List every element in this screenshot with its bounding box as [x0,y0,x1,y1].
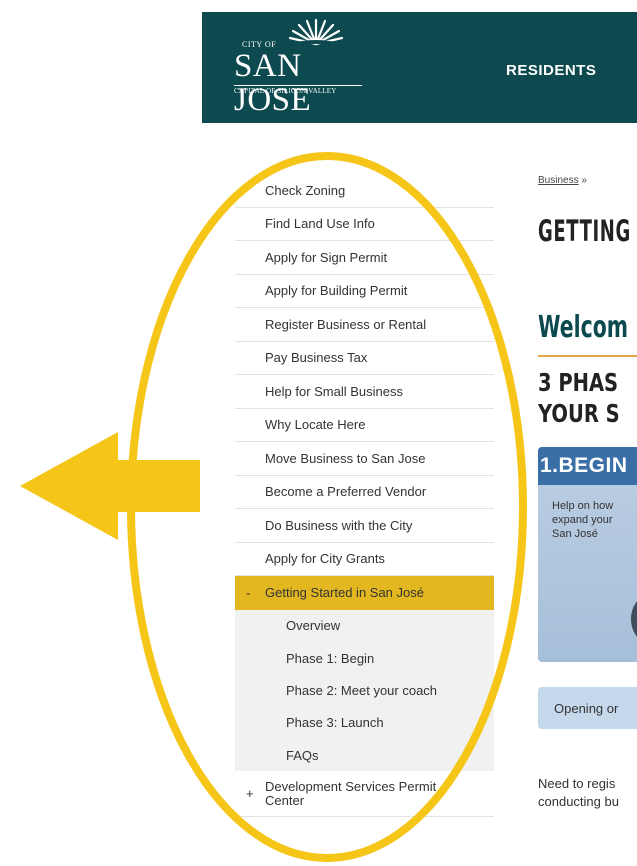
left-arrow-icon [20,432,200,540]
phase-1-card[interactable]: 1.BEGIN Help on how expand your San José [538,447,637,662]
submenu-item-phase-3[interactable]: Phase 3: Launch [235,707,494,739]
phase-1-circle-button[interactable] [631,597,637,641]
submenu-item-label: FAQs [286,747,319,763]
phase-1-heading: 1.BEGIN [538,447,637,485]
opening-business-button[interactable]: Opening or [538,687,637,729]
sidebar-item-preferred-vendor[interactable]: Become a Preferred Vendor [235,476,494,509]
sidebar-submenu: Overview Phase 1: Begin Phase 2: Meet yo… [235,609,494,772]
page-title: GETTING [538,214,631,248]
logo-divider [234,85,362,86]
sidebar-item-label: Find Land Use Info [265,216,375,232]
breadcrumb-link-business[interactable]: Business [538,175,579,186]
sidebar-item-pay-business-tax[interactable]: Pay Business Tax [235,342,494,375]
breadcrumb: Business » [538,175,587,186]
sidebar-item-move-business[interactable]: Move Business to San Jose [235,442,494,476]
submenu-item-phase-2[interactable]: Phase 2: Meet your coach [235,674,494,706]
sidebar-item-label: Become a Preferred Vendor [265,484,427,500]
sidebar-item-label: Getting Started in San José [265,585,424,601]
logo-tagline: CAPITAL OF SILICON VALLEY [234,87,337,95]
sidebar-item-label: Do Business with the City [265,517,413,533]
sidebar-menu: Check Zoning Find Land Use Info Apply fo… [235,174,494,818]
submenu-item-label: Phase 1: Begin [286,650,375,666]
sidebar-item-label: Development Services Permit Center [265,778,437,808]
logo-city-name: SAN JOSE [234,48,312,118]
main-content: Business » GETTING Welcom 3 PHAS YOUR S … [538,172,637,866]
sidebar-item-apply-sign-permit[interactable]: Apply for Sign Permit [235,241,494,275]
sidebar-item-label: Move Business to San Jose [265,450,426,466]
phase-1-text-line1: Help on how [552,500,614,512]
sidebar-item-why-locate-here[interactable]: Why Locate Here [235,409,494,442]
breadcrumb-separator: » [581,175,587,186]
submenu-item-overview[interactable]: Overview [235,610,494,642]
submenu-item-label: Phase 2: Meet your coach [286,682,438,698]
sidebar-item-label: Apply for Building Permit [265,283,408,299]
expand-indicator[interactable]: + [246,786,254,801]
sidebar-item-apply-building-permit[interactable]: Apply for Building Permit [235,275,494,308]
sidebar-item-register-business[interactable]: Register Business or Rental [235,308,494,342]
sidebar-item-label: Apply for Sign Permit [265,249,388,265]
welcome-heading: Welcom [538,310,628,345]
sidebar-item-find-land-use-info[interactable]: Find Land Use Info [235,208,494,241]
phases-heading-line1: 3 PHAS [538,368,619,397]
sidebar-item-apply-city-grants[interactable]: Apply for City Grants [235,543,494,576]
sidebar-item-label: Pay Business Tax [265,350,368,366]
intro-paragraph-line2: conducting bu [538,794,619,809]
submenu-item-phase-1[interactable]: Phase 1: Begin [235,642,494,674]
sidebar-item-label-line1: Development Services Permit [265,778,437,794]
nav-residents[interactable]: RESIDENTS [506,62,596,79]
sidebar-item-label: Help for Small Business [265,383,403,399]
sidebar-item-label: Register Business or Rental [265,316,427,332]
heading-divider [538,355,637,357]
sidebar-item-help-small-business[interactable]: Help for Small Business [235,375,494,409]
submenu-item-faqs[interactable]: FAQs [235,739,494,771]
phases-heading-line2: YOUR S [538,399,620,428]
site-header: CITY OF SAN JOSE CAPITAL OF SILICON VALL… [202,12,637,123]
intro-paragraph-line1: Need to regis [538,776,616,791]
collapse-indicator[interactable]: - [246,585,250,600]
sidebar-item-do-business-city[interactable]: Do Business with the City [235,509,494,543]
sun-rays-icon [288,18,344,46]
sidebar-item-development-services[interactable]: + Development Services Permit Center [235,771,494,818]
phases-heading: 3 PHAS YOUR S [538,367,620,429]
intro-paragraph: Need to regis conducting bu [538,775,619,811]
sidebar-item-label-line2: Center [265,792,305,808]
phase-1-description: Help on how expand your San José [538,485,637,541]
san-jose-logo[interactable]: CITY OF SAN JOSE CAPITAL OF SILICON VALL… [232,16,372,117]
sidebar-item-check-zoning[interactable]: Check Zoning [235,174,494,208]
submenu-item-label: Overview [286,618,341,634]
sidebar-item-label: Why Locate Here [265,417,366,433]
phase-1-text-line3: San José [552,528,598,540]
sidebar-item-label: Check Zoning [265,182,346,198]
sidebar-item-label: Apply for City Grants [265,551,385,567]
submenu-item-label: Phase 3: Launch [286,715,384,731]
sidebar-item-getting-started[interactable]: - Getting Started in San José [235,576,494,610]
phase-1-text-line2: expand your [552,514,613,526]
